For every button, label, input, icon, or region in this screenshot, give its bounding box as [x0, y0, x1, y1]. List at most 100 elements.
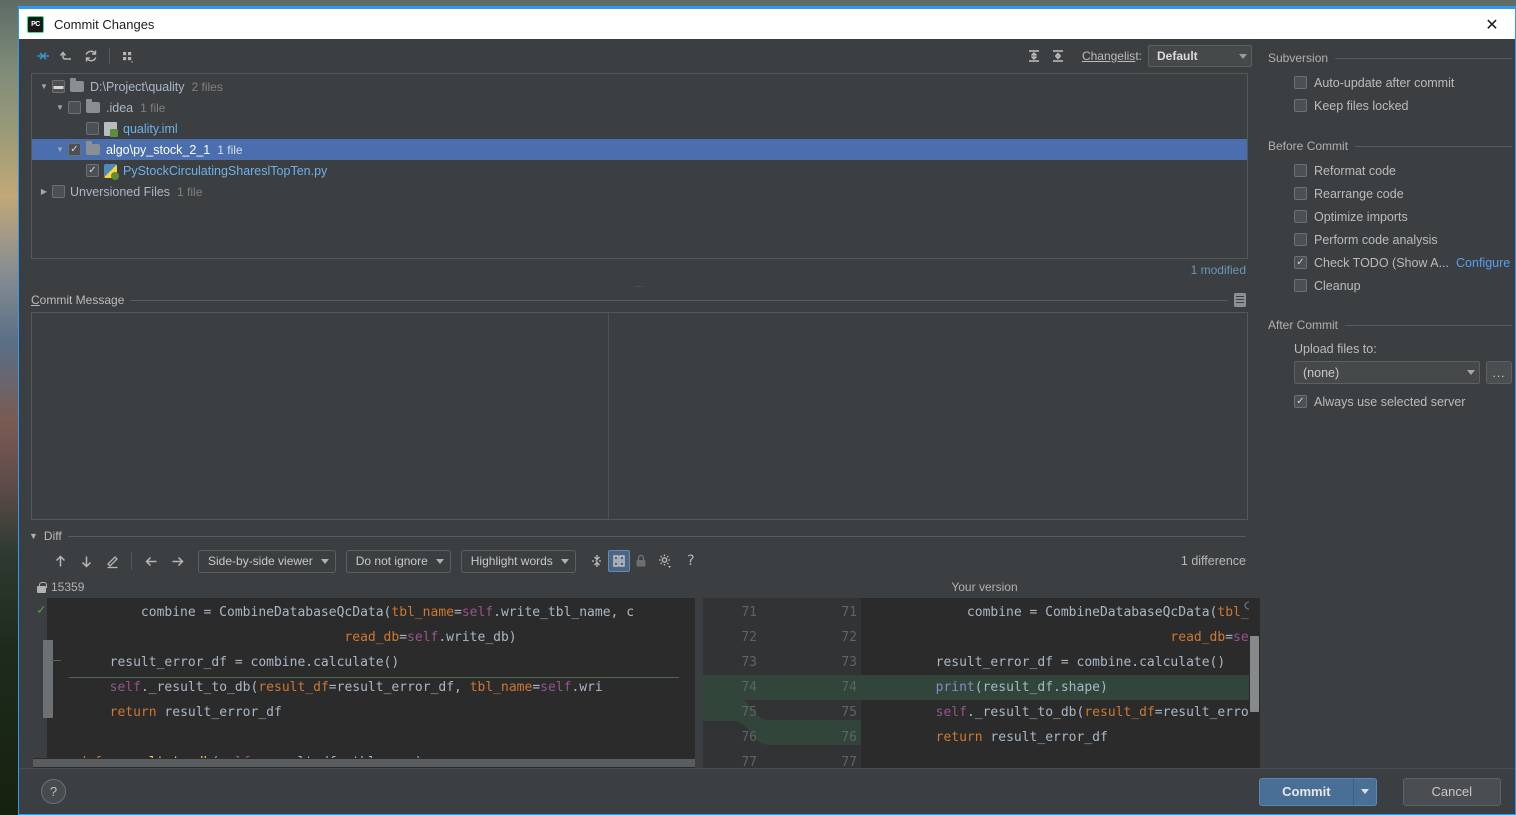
changelist-value: Default	[1157, 49, 1198, 63]
option-always-use-selected-server[interactable]: ✓ Always use selected server	[1268, 390, 1512, 413]
subversion-group-header: Subversion	[1268, 51, 1512, 65]
code-token: read_db	[344, 630, 400, 645]
splitter-handle-top[interactable]: ⋯	[19, 281, 1260, 291]
chevron-down-icon[interactable]: ▼	[52, 145, 68, 154]
checkbox-unchecked[interactable]	[1294, 99, 1307, 112]
show-whitespace-icon[interactable]	[607, 550, 630, 572]
checkbox-unchecked[interactable]	[86, 122, 99, 135]
chevron-down-icon	[435, 558, 444, 564]
lock-icon[interactable]	[630, 550, 652, 572]
browse-servers-button[interactable]: ...	[1486, 361, 1512, 384]
left-column: Changelist: Default ▼ ▬ D:\Project\quali…	[19, 39, 1260, 768]
modified-count: 1 modified	[1190, 263, 1246, 277]
checkbox-unchecked[interactable]	[1294, 164, 1307, 177]
option-rearrange-code[interactable]: Rearrange code	[1268, 182, 1512, 205]
tree-row-label: Unversioned Files	[70, 184, 171, 199]
tree-row-unversioned[interactable]: ▶ Unversioned Files 1 file	[32, 181, 1247, 202]
collapse-all-icon[interactable]	[31, 44, 55, 68]
chevron-right-icon[interactable]: ▶	[36, 187, 52, 196]
chevron-down-icon[interactable]: ▼	[29, 531, 38, 541]
viewer-mode-select[interactable]: Side-by-side viewer	[198, 549, 336, 573]
checkbox-checked[interactable]: ✓	[1294, 395, 1307, 408]
tree-row-quality-iml[interactable]: quality.iml	[32, 118, 1247, 139]
collapse-rows-icon[interactable]	[1046, 44, 1070, 68]
configure-link[interactable]: Configure	[1456, 256, 1510, 270]
code-token: tbl_name	[391, 605, 454, 620]
right-code-lines: combine = CombineDatabaseQcData(tbl_name…	[861, 600, 1260, 768]
checkbox-unchecked[interactable]	[1294, 76, 1307, 89]
group-by-icon[interactable]	[116, 44, 140, 68]
pencil-icon[interactable]	[99, 549, 125, 573]
window-title: Commit Changes	[54, 16, 155, 32]
code-line: self._result_to_db(result_df=result_erro…	[861, 700, 1260, 725]
right-pane-scrollbar[interactable]	[1249, 598, 1260, 768]
gear-icon[interactable]	[652, 549, 678, 573]
header-rule	[130, 299, 1228, 301]
group-rule	[1345, 324, 1512, 326]
commit-message-input[interactable]	[31, 312, 1248, 520]
code-token: =result_error_df,	[1154, 705, 1260, 720]
group-rule	[1335, 57, 1512, 59]
line-number-right: 71	[841, 605, 857, 620]
option-perform-code-analysis[interactable]: Perform code analysis	[1268, 228, 1512, 251]
code-token: .write_tbl_name, c	[493, 605, 635, 620]
subversion-title: Subversion	[1268, 51, 1329, 65]
tree-row-project[interactable]: ▼ ▬ D:\Project\quality 2 files	[32, 76, 1247, 97]
revert-icon[interactable]	[55, 44, 79, 68]
option-check-todo[interactable]: ✓ Check TODO (Show A... Configure	[1268, 251, 1512, 274]
option-optimize-imports[interactable]: Optimize imports	[1268, 205, 1512, 228]
checkbox-checked[interactable]: ✓	[1294, 256, 1307, 269]
code-token: (result_df.shape)	[974, 680, 1108, 695]
checkbox-partial[interactable]: ▬	[52, 80, 65, 93]
diff-right-pane[interactable]: combine = CombineDatabaseQcData(tbl_name…	[861, 598, 1260, 768]
commit-button[interactable]: Commit	[1259, 777, 1353, 806]
chevron-down-icon[interactable]: ▼	[36, 82, 52, 91]
message-history-icon[interactable]	[1234, 293, 1246, 307]
line-number-right: 76	[841, 730, 857, 745]
arrow-up-icon[interactable]	[47, 549, 73, 573]
viewer-mode-value: Side-by-side viewer	[208, 554, 313, 568]
checkbox-unchecked[interactable]	[68, 101, 81, 114]
tree-row-count: 1 file	[217, 142, 243, 157]
chevron-down-icon[interactable]: ▼	[52, 103, 68, 112]
tree-row-python-file[interactable]: ✓ PyStockCirculatingShareslTopTen.py	[32, 160, 1247, 181]
arrow-down-icon[interactable]	[73, 549, 99, 573]
refresh-icon[interactable]	[79, 44, 103, 68]
upload-server-select[interactable]: (none)	[1294, 361, 1480, 384]
help-button[interactable]: ?	[41, 779, 66, 804]
checkbox-unchecked[interactable]	[1294, 210, 1307, 223]
code-token: =	[454, 605, 462, 620]
option-auto-update-after-commit[interactable]: Auto-update after commit	[1268, 71, 1512, 94]
checkbox-unchecked[interactable]	[1294, 187, 1307, 200]
collapse-unchanged-icon[interactable]	[586, 550, 608, 572]
option-keep-files-locked[interactable]: Keep files locked	[1268, 94, 1512, 117]
tree-row-algo-folder[interactable]: ▼ ✓ algo\py_stock_2_1 1 file	[32, 139, 1247, 160]
arrow-right-icon[interactable]	[164, 549, 190, 573]
checkbox-unchecked[interactable]	[1294, 279, 1307, 292]
code-token: .wri	[571, 680, 603, 695]
checkbox-unchecked[interactable]	[52, 185, 65, 198]
checkbox-checked[interactable]: ✓	[68, 143, 81, 156]
title-bar: PC Commit Changes ✕	[19, 9, 1515, 39]
expand-all-icon[interactable]	[1022, 44, 1046, 68]
changed-files-tree[interactable]: ▼ ▬ D:\Project\quality 2 files ▼ .idea 1…	[31, 73, 1248, 259]
ignore-mode-select[interactable]: Do not ignore	[345, 549, 451, 573]
checkbox-unchecked[interactable]	[1294, 233, 1307, 246]
commit-options-dropdown[interactable]	[1352, 777, 1377, 806]
option-reformat-code[interactable]: Reformat code	[1268, 159, 1512, 182]
code-token: return	[109, 705, 157, 720]
tree-row-idea[interactable]: ▼ .idea 1 file	[32, 97, 1247, 118]
changelist-select[interactable]: Default	[1148, 45, 1252, 67]
line-number-rows: 71717272737374747575767677777878	[703, 600, 861, 768]
option-cleanup[interactable]: Cleanup	[1268, 274, 1512, 297]
left-hscrollbar[interactable]	[33, 758, 695, 768]
highlight-mode-select[interactable]: Highlight words	[460, 549, 576, 573]
close-icon[interactable]: ✕	[1469, 9, 1515, 39]
checkbox-checked[interactable]: ✓	[86, 164, 99, 177]
question-icon[interactable]: ?	[678, 549, 704, 573]
diff-left-pane[interactable]: ✓ combine = CombineDatabaseQcData(tbl_na…	[33, 598, 695, 768]
code-token: read_db	[1170, 630, 1226, 645]
python-file-icon	[104, 163, 119, 180]
arrow-left-icon[interactable]	[138, 549, 164, 573]
cancel-button[interactable]: Cancel	[1402, 777, 1501, 806]
